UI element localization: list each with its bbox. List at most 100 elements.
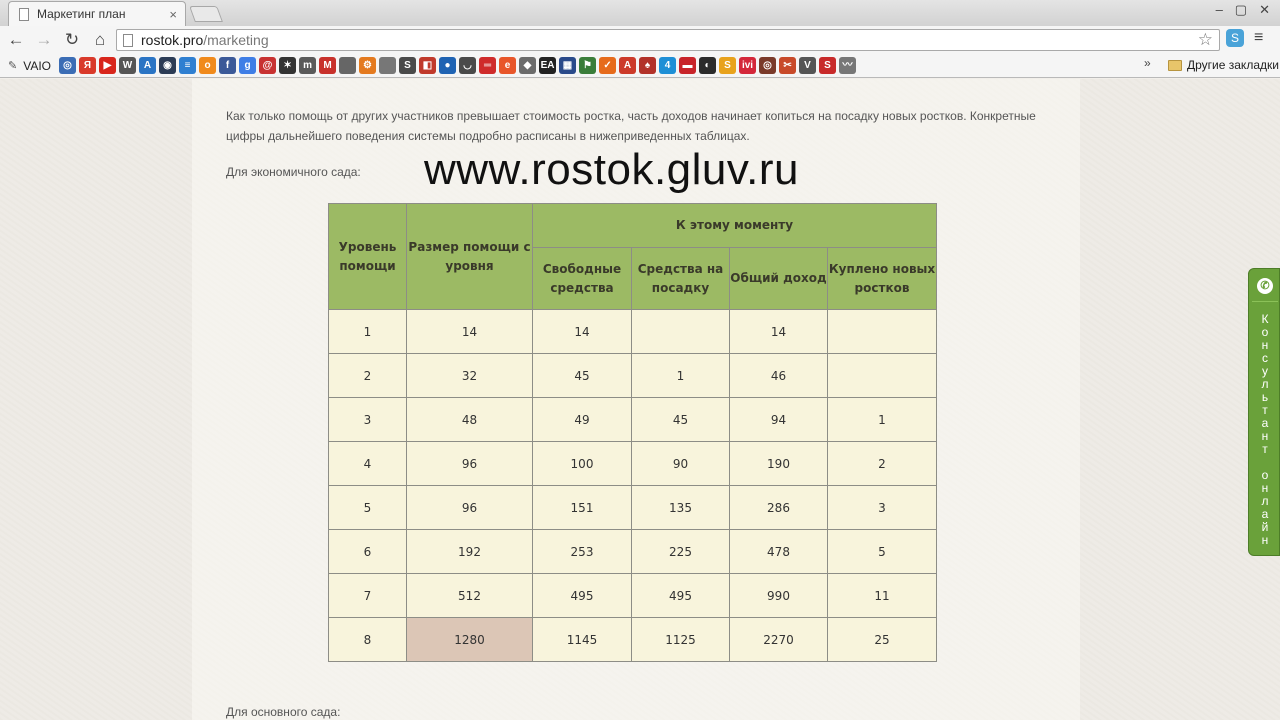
table-cell: 190 [729,441,828,486]
table-cell: 14 [406,309,533,354]
bookmark-icon[interactable] [379,57,397,74]
bookmark-icon[interactable]: ivi [739,57,757,74]
bookmark-star-icon[interactable]: ☆ [1198,30,1213,50]
bookmark-icon[interactable]: ◆ [519,57,537,74]
bookmark-icon[interactable]: ▦ [559,57,577,74]
table-cell: 151 [532,485,632,530]
bookmark-icon[interactable] [339,57,357,74]
new-tab-button[interactable] [189,6,223,22]
table-row: 5 96 151 135 286 3 [328,485,937,530]
bookmark-icon[interactable]: ◡ [459,57,477,74]
header-level: Уровень помощи [328,203,407,310]
bookmark-icon[interactable]: ◉ [159,57,177,74]
maximize-button[interactable]: ▢ [1235,2,1247,18]
table-cell: 1125 [631,617,730,662]
bookmark-icon[interactable]: ≡ [179,57,197,74]
other-bookmarks-folder[interactable]: Другие закладки [1168,58,1279,72]
header-total-income: Общий доход [729,247,828,310]
main-garden-heading: Для основного сада: [226,705,341,719]
table-cell: 2 [328,353,407,398]
bookmark-icon[interactable]: 4 [659,57,677,74]
bookmark-icon[interactable]: e [499,57,517,74]
bookmark-icon[interactable]: S [719,57,737,74]
minimize-button[interactable]: – [1216,2,1223,18]
bookmark-icon[interactable]: ═ [479,57,497,74]
bookmark-icon[interactable]: V [799,57,817,74]
window-controls: – ▢ ✕ [1216,2,1270,18]
tab-marketing[interactable]: Маркетинг план × [8,1,186,26]
bookmark-icon[interactable]: ▬ [679,57,697,74]
header-help-size: Размер помощи с уровня [406,203,533,310]
bookmark-icon[interactable]: g [239,57,257,74]
bookmark-icon[interactable]: ♠ [639,57,657,74]
bookmark-icon[interactable]: 〰 [839,57,857,74]
bookmark-icon[interactable]: ● [439,57,457,74]
bookmark-icon[interactable]: ✶ [279,57,297,74]
bookmarks-bar: ✎ VAIO ◎ Я ▶ W A ◉ ≡ о f g @ ✶ m M ⚙ S ◧ ● ◡ ═ e ◆ EA ▦ ⚑ ✓ A ♠ 4 ▬ ◐ S… [0,54,1280,78]
widget-divider [1252,301,1278,302]
table-cell: 96 [406,485,533,530]
table-cell: 100 [532,441,632,486]
watermark-text: www.rostok.gluv.ru [424,145,799,194]
close-tab-icon[interactable]: × [169,7,177,22]
table-cell: 3 [827,485,937,530]
intro-paragraph: Как только помощь от других участников п… [226,109,1036,143]
table-cell: 192 [406,529,533,574]
close-window-button[interactable]: ✕ [1259,2,1270,18]
table-cell: 5 [827,529,937,574]
address-bar[interactable]: rostok.pro/marketing ☆ [116,29,1220,51]
table-cell: 6 [328,529,407,574]
skype-extension-icon[interactable]: S [1226,29,1244,47]
table-cell: 45 [631,397,730,442]
bookmark-icon[interactable]: ▶ [99,57,117,74]
bookmark-icon[interactable]: EA [539,57,557,74]
header-free-funds: Свободные средства [532,247,632,310]
table-cell [631,309,730,354]
table-cell: 495 [631,573,730,618]
table-cell: 11 [827,573,937,618]
back-arrow-icon[interactable]: ← [4,28,28,52]
table-cell: 512 [406,573,533,618]
table-cell: 1 [631,353,730,398]
table-cell: 25 [827,617,937,662]
bookmark-icon[interactable]: @ [259,57,277,74]
table-cell: 32 [406,353,533,398]
table-row: 2 32 45 1 46 [328,353,937,398]
bookmark-icon[interactable]: о [199,57,217,74]
folder-icon [1168,59,1182,71]
forward-arrow-icon[interactable]: → [32,28,56,52]
bookmark-icon[interactable]: S [399,57,417,74]
table-cell: 14 [532,309,632,354]
bookmark-icon[interactable]: M [319,57,337,74]
table-cell: 14 [729,309,828,354]
bookmark-icon[interactable]: ◧ [419,57,437,74]
bookmark-icon[interactable]: ✓ [599,57,617,74]
browser-toolbar: ← → ↻ ⌂ rostok.pro/marketing ☆ S ≡ [0,26,1280,54]
table-cell: 135 [631,485,730,530]
bookmark-icon[interactable]: A [619,57,637,74]
home-icon[interactable]: ⌂ [88,28,112,52]
reload-icon[interactable]: ↻ [60,28,84,52]
bookmark-icon[interactable]: ◐ [699,57,717,74]
table-cell: 3 [328,397,407,442]
bookmark-icon[interactable]: ⚙ [359,57,377,74]
bookmark-icon[interactable]: W [119,57,137,74]
bookmark-icon[interactable]: Я [79,57,97,74]
menu-icon[interactable]: ≡ [1254,29,1263,47]
phone-icon: ✆ [1257,278,1273,294]
bookmark-icon[interactable]: ⚑ [579,57,597,74]
bookmark-icon[interactable]: ◎ [759,57,777,74]
bookmark-icon[interactable]: ◎ [59,57,77,74]
bookmark-leaf-icon: ✎ [8,60,18,72]
bookmark-vaio[interactable]: ✎ VAIO [8,59,51,73]
bookmarks-more-button[interactable]: » [1144,56,1151,70]
consultant-widget[interactable]: ✆ Консультант онлайн [1248,268,1280,556]
bookmark-icon[interactable]: f [219,57,237,74]
bookmark-icon[interactable]: m [299,57,317,74]
bookmark-icon[interactable]: S [819,57,837,74]
table-cell: 1 [827,397,937,442]
bookmark-icon[interactable]: A [139,57,157,74]
bookmark-icons: ◎ Я ▶ W A ◉ ≡ о f g @ ✶ m M ⚙ S ◧ ● ◡ ═ e ◆ EA ▦ ⚑ ✓ A ♠ 4 ▬ ◐ Sivi ◎ ✂ V S… [59,57,857,74]
header-planting-funds: Средства на посадку [631,247,730,310]
bookmark-icon[interactable]: ✂ [779,57,797,74]
